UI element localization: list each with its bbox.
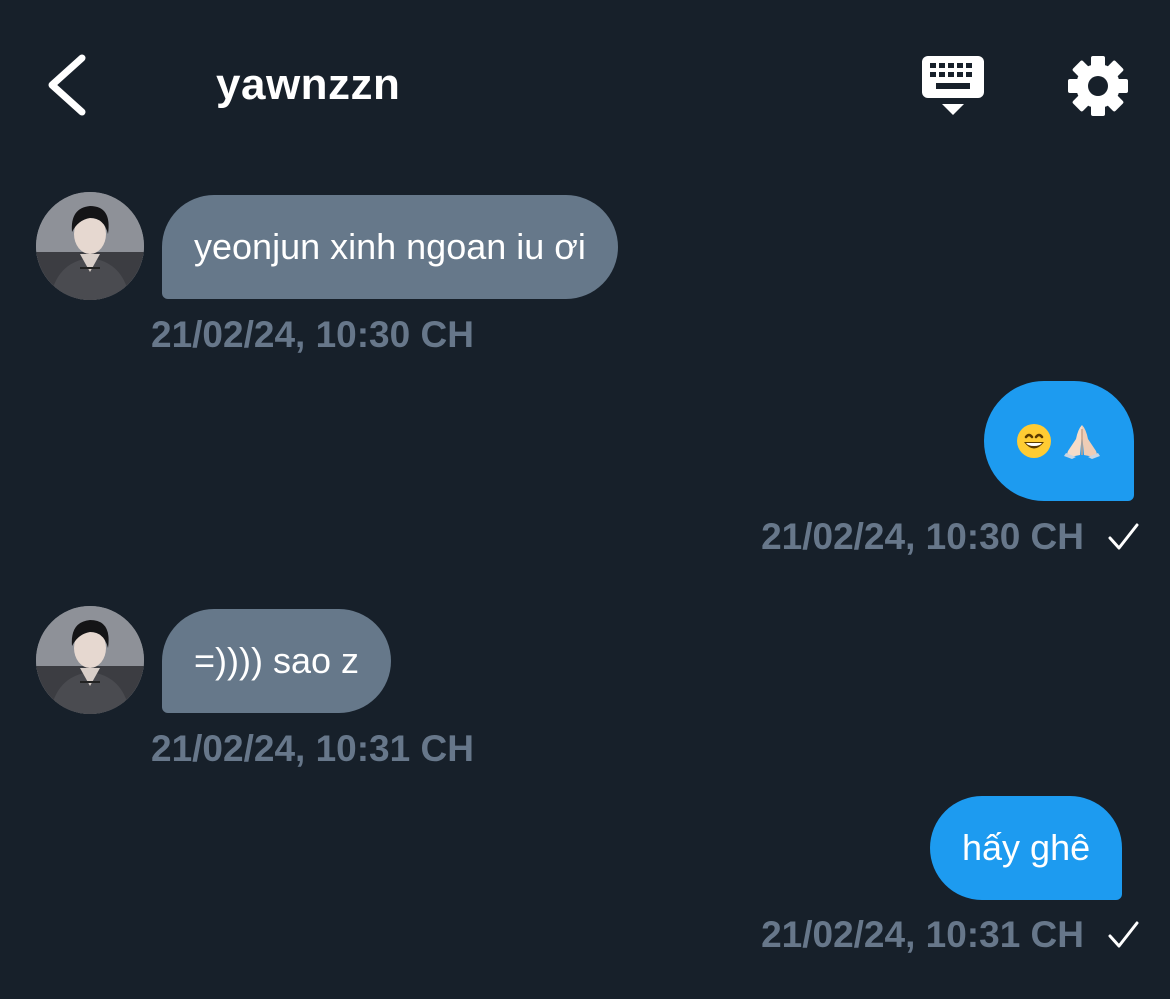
message-status-row: 21/02/24, 10:30 CH <box>761 516 1140 558</box>
message-timestamp: 21/02/24, 10:31 CH <box>151 728 474 769</box>
message-bubble-sent[interactable]: hấy ghê <box>930 796 1123 900</box>
message-text: hấy ghê <box>962 827 1091 868</box>
message-timestamp: 21/02/24, 10:30 CH <box>151 314 474 355</box>
message-timestamp: 21/02/24, 10:30 CH <box>761 516 1084 557</box>
message-emojis <box>1016 423 1102 459</box>
message-status-row: 21/02/24, 10:31 CH <box>761 914 1140 956</box>
chat-screen: yawnzzn yeonjun xinh ngoan iu ơi 21/02/2… <box>0 0 1170 999</box>
message-bubble-sent[interactable] <box>984 381 1134 501</box>
grinning-face-emoji <box>1017 424 1051 458</box>
back-button[interactable] <box>40 50 100 120</box>
folded-hands-emoji <box>1064 425 1100 459</box>
message-text: =)))) sao z <box>194 640 360 681</box>
check-icon <box>1108 523 1139 550</box>
contact-avatar[interactable] <box>36 606 144 714</box>
keyboard-icon <box>922 56 984 115</box>
contact-avatar[interactable] <box>36 192 144 300</box>
message-bubble-received[interactable]: yeonjun xinh ngoan iu ơi <box>162 195 618 299</box>
message-bubble-received[interactable]: =)))) sao z <box>162 609 392 713</box>
keyboard-button[interactable] <box>920 54 988 118</box>
check-icon <box>1108 921 1139 948</box>
message-timestamp: 21/02/24, 10:31 CH <box>761 914 1084 955</box>
settings-button[interactable] <box>1066 54 1130 118</box>
gear-icon <box>1068 56 1128 116</box>
conversation-title: yawnzzn <box>216 60 401 109</box>
chevron-left-icon <box>48 54 86 116</box>
message-text: yeonjun xinh ngoan iu ơi <box>194 226 586 267</box>
